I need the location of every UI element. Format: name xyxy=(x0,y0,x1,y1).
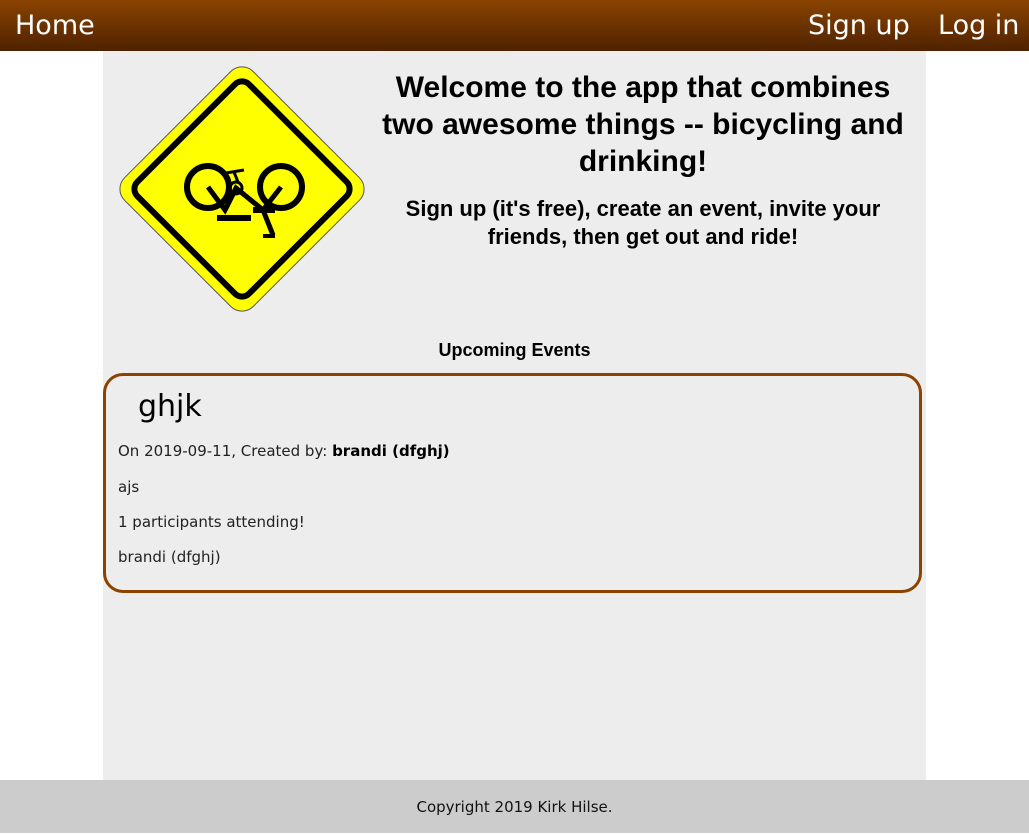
footer: Copyright 2019 Kirk Hilse. xyxy=(0,780,1029,833)
login-link[interactable]: Log in xyxy=(938,0,1019,51)
hero-section: Welcome to the app that combines two awe… xyxy=(378,69,908,251)
signup-link[interactable]: Sign up xyxy=(808,0,910,51)
upcoming-events-heading: Upcoming Events xyxy=(438,340,591,360)
event-participant-count: 1 participants attending! xyxy=(118,513,305,531)
main-content: Welcome to the app that combines two awe… xyxy=(103,51,926,780)
hero-title: Welcome to the app that combines two awe… xyxy=(382,71,904,178)
crashed-bicycle-sign-icon xyxy=(113,60,371,318)
event-meta: On 2019-09-11, Created by: brandi (dfghj… xyxy=(118,442,450,460)
event-attendee: brandi (dfghj) xyxy=(118,548,221,566)
home-link[interactable]: Home xyxy=(15,0,95,51)
top-navbar: Home Sign up Log in xyxy=(0,0,1029,51)
hero-subtitle: Sign up (it's free), create an event, in… xyxy=(405,196,881,249)
event-title[interactable]: ghjk xyxy=(138,389,202,424)
copyright-text: Copyright 2019 Kirk Hilse. xyxy=(416,798,613,816)
event-creator: brandi (dfghj) xyxy=(332,442,450,460)
event-date: On 2019-09-11, Created by: xyxy=(118,442,333,460)
event-description: ajs xyxy=(118,478,140,496)
event-card[interactable]: ghjk On 2019-09-11, Created by: brandi (… xyxy=(103,373,922,593)
